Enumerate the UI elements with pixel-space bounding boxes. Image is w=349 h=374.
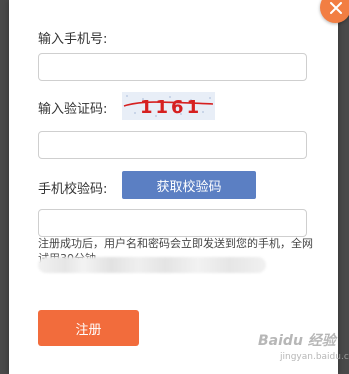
watermark-logo: Baidu 经验	[258, 333, 336, 349]
sms-code-label: 手机校验码:	[38, 182, 108, 197]
phone-label: 输入手机号:	[38, 32, 108, 47]
baidu-watermark: Baidu 经验 jingyan.baidu.com	[258, 330, 349, 370]
get-sms-code-button[interactable]: 获取校验码	[122, 171, 256, 199]
close-icon	[329, 1, 342, 14]
screen: 输入手机号: 输入验证码: 1161 手机校验码: 获取校验码 注册成功后，用户…	[0, 0, 349, 374]
captcha-text: 1161	[140, 97, 202, 118]
register-button[interactable]: 注册	[38, 310, 139, 346]
captcha-image[interactable]: 1161	[122, 92, 215, 120]
sms-code-input[interactable]	[38, 209, 307, 237]
registration-dialog: 输入手机号: 输入验证码: 1161 手机校验码: 获取校验码 注册成功后，用户…	[9, 0, 338, 374]
watermark-url: jingyan.baidu.com	[280, 352, 349, 362]
captcha-input[interactable]	[38, 131, 307, 159]
blurred-text	[38, 257, 266, 273]
captcha-graphic: 1161	[122, 92, 215, 120]
phone-input[interactable]	[38, 53, 307, 81]
captcha-label: 输入验证码:	[38, 102, 108, 117]
